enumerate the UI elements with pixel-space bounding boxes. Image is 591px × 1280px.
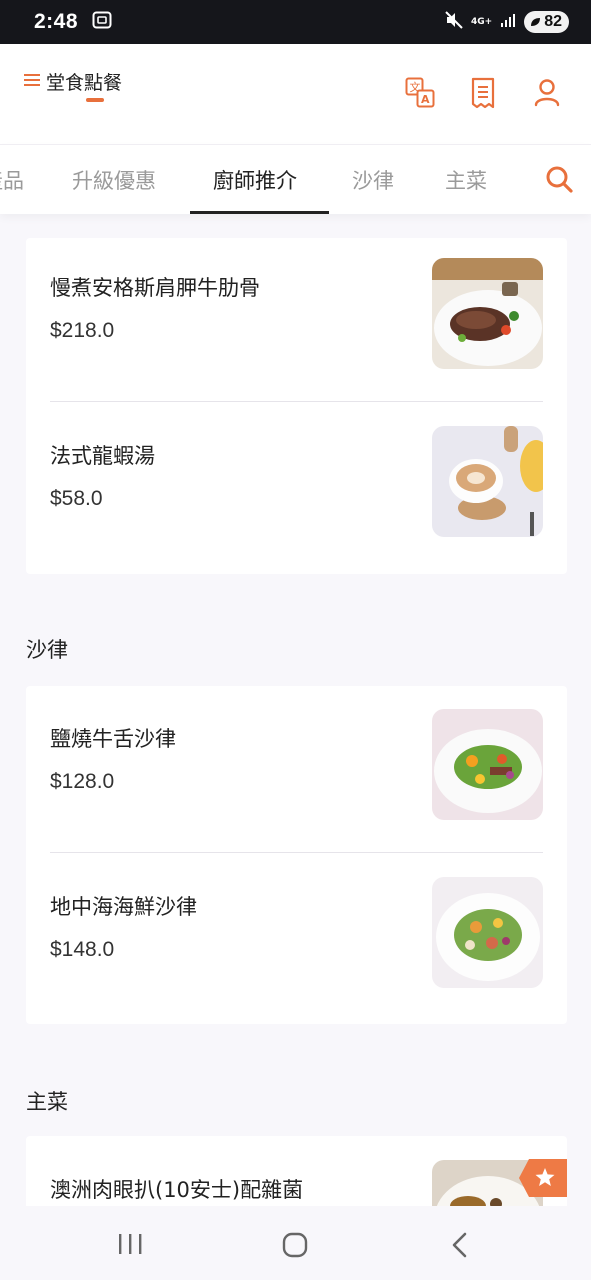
app-header: 堂食點餐 文A [0,44,591,144]
network-label: 4G+ [471,16,493,27]
mute-icon [445,11,463,33]
menu-item[interactable]: 慢煮安格斯肩胛牛肋骨 $218.0 [50,258,543,369]
item-price: $218.0 [50,319,115,342]
item-divider [50,852,543,853]
item-price: $148.0 [50,938,115,961]
screenshot-icon [92,11,112,33]
tab-products[interactable]: 產品 [0,165,24,195]
title-underline [86,98,104,102]
section-title-main: 主菜 [26,1090,68,1114]
status-time: 2:48 [34,10,79,33]
menu-item[interactable]: 法式龍蝦湯 $58.0 [50,426,543,537]
recommend-star-badge [519,1159,567,1197]
menu-icon [24,72,40,91]
svg-text:A: A [421,93,430,106]
battery-indicator: 82 [524,11,569,33]
item-divider [50,401,543,402]
item-name: 慢煮安格斯肩胛牛肋骨 [50,276,260,300]
user-icon[interactable] [533,77,563,109]
receipt-icon[interactable] [469,77,499,109]
active-tab-indicator [190,211,329,214]
item-price: $58.0 [50,487,103,510]
section-title-salad: 沙律 [26,638,68,662]
status-bar: 2:48 4G+ 82 [0,0,591,44]
menu-item[interactable]: 地中海海鮮沙律 $148.0 [50,877,543,988]
tab-salad[interactable]: 沙律 [352,165,394,195]
menu-card-chef: 慢煮安格斯肩胛牛肋骨 $218.0 法式龍蝦湯 $58.0 [26,238,567,574]
system-nav-bar [0,1206,591,1280]
item-name: 澳洲肉眼扒(10安士)配雜菌 [50,1178,304,1202]
menu-card-salad: 鹽燒牛舌沙律 $128.0 地中海海鮮沙律 $148.0 [26,686,567,1024]
signal-icon [500,12,516,32]
leaf-icon [531,18,541,26]
menu-button[interactable]: 堂食點餐 [24,68,122,95]
item-name: 地中海海鮮沙律 [50,895,197,919]
tab-main-course[interactable]: 主菜 [445,165,487,195]
back-button[interactable] [450,1232,470,1258]
beef-rib-image [432,258,543,369]
home-button[interactable] [282,1232,308,1258]
beef-tongue-salad-image [432,709,543,820]
page-title: 堂食點餐 [46,72,123,94]
item-name: 法式龍蝦湯 [50,444,155,468]
category-tabs: 產品 升級優惠 廚師推介 沙律 主菜 [0,144,591,214]
item-name: 鹽燒牛舌沙律 [50,727,176,751]
tab-chef-recommend[interactable]: 廚師推介 [213,165,297,195]
seafood-salad-image [432,877,543,988]
item-price: $128.0 [50,770,115,793]
menu-item[interactable]: 鹽燒牛舌沙律 $128.0 [50,709,543,820]
search-icon[interactable] [545,165,573,193]
recent-apps-button[interactable] [117,1232,143,1256]
battery-level: 82 [544,13,562,30]
lobster-soup-image [432,426,543,537]
tab-upgrade-offers[interactable]: 升級優惠 [72,165,156,195]
translate-icon[interactable]: 文A [405,77,435,109]
